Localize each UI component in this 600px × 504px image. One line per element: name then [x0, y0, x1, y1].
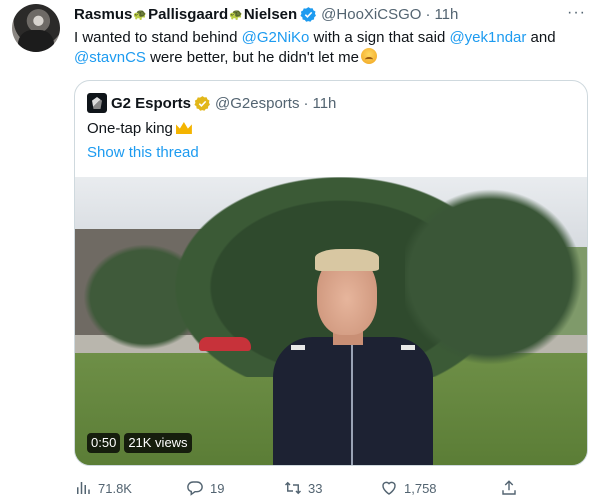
share-icon: [502, 480, 516, 495]
quoted-tweet-header: G2 Esports @G2esports · 11h: [87, 93, 336, 113]
turtle-emoji-icon: 🐢: [133, 8, 148, 21]
author-name-part3[interactable]: Nielsen: [244, 6, 297, 23]
quoted-author-name: G2 Esports: [111, 94, 192, 112]
jacket-zip: [351, 344, 353, 465]
turtle-emoji-icon: 🐢: [229, 8, 243, 21]
person-jacket: [273, 337, 433, 465]
person-hair: [315, 249, 379, 271]
quoted-tweet-time: 11h: [312, 94, 337, 112]
author-handle[interactable]: @HooXiCSGO: [321, 6, 421, 23]
separator-dot: ·: [425, 5, 431, 23]
tweet-header: Rasmus 🐢 Pallisgaard 🐢 Nielsen @HooXiCSG…: [74, 4, 458, 24]
mention-stavn[interactable]: @stavnCS: [74, 49, 146, 66]
tweet-text: I wanted to stand behind @G2NiKo with a …: [74, 28, 584, 68]
tweet-text-part1: I wanted to stand behind: [74, 29, 242, 46]
video-badges: 0:50 21K views: [87, 433, 192, 453]
author-name-part2[interactable]: Pallisgaard: [148, 6, 228, 23]
tweet[interactable]: Rasmus 🐢 Pallisgaard 🐢 Nielsen @HooXiCSG…: [0, 0, 600, 504]
video-duration: 0:50: [87, 433, 121, 453]
video-person: [273, 249, 433, 465]
show-thread-link[interactable]: Show this thread: [87, 143, 199, 163]
separator-dot: ·: [303, 94, 309, 112]
quoted-tweet[interactable]: G2 Esports @G2esports · 11h One-tap king…: [74, 80, 588, 466]
mention-yekindar[interactable]: @yek1ndar: [449, 29, 526, 46]
tweet-actions: 71.8K 19 33 1,758: [74, 478, 584, 498]
retweet-icon: [284, 481, 302, 495]
quoted-tweet-text: One-tap king: [87, 119, 192, 139]
quoted-author-handle: @G2esports: [215, 94, 300, 112]
like-count: 1,758: [404, 480, 437, 496]
quoted-text: One-tap king: [87, 120, 173, 137]
video-player[interactable]: 0:50 21K views: [75, 177, 587, 465]
tweet-text-part2: with a sign that said: [309, 29, 450, 46]
retweet-button[interactable]: 33: [284, 479, 380, 497]
tweet-time[interactable]: 11h: [434, 6, 458, 23]
more-dots-icon[interactable]: ···: [567, 4, 586, 22]
views-button[interactable]: 71.8K: [74, 479, 186, 497]
tweet-text-part3: and: [526, 29, 556, 46]
analytics-icon: [77, 482, 90, 494]
verified-badge-icon: [300, 6, 317, 22]
heart-icon: [382, 481, 396, 495]
retweet-count: 33: [308, 480, 323, 496]
video-car: [199, 337, 251, 351]
share-button[interactable]: [500, 479, 518, 497]
jacket-stripe: [401, 345, 415, 350]
author-name-part1[interactable]: Rasmus: [74, 6, 132, 23]
author-avatar[interactable]: [12, 4, 60, 52]
crown-emoji-icon: [175, 122, 192, 134]
tweet-text-part4: were better, but he didn't let me: [145, 49, 359, 66]
reply-count: 19: [210, 480, 225, 496]
g2-logo-icon: [87, 93, 107, 113]
like-button[interactable]: 1,758: [380, 479, 500, 497]
pouting-face-emoji-icon: [360, 48, 377, 64]
mention-niko[interactable]: @G2NiKo: [242, 29, 310, 46]
jacket-stripe: [291, 345, 305, 350]
video-views: 21K views: [124, 433, 192, 453]
verified-gold-badge-icon: [194, 95, 210, 111]
reply-button[interactable]: 19: [186, 479, 284, 497]
views-count: 71.8K: [98, 480, 132, 496]
reply-icon: [187, 481, 203, 496]
